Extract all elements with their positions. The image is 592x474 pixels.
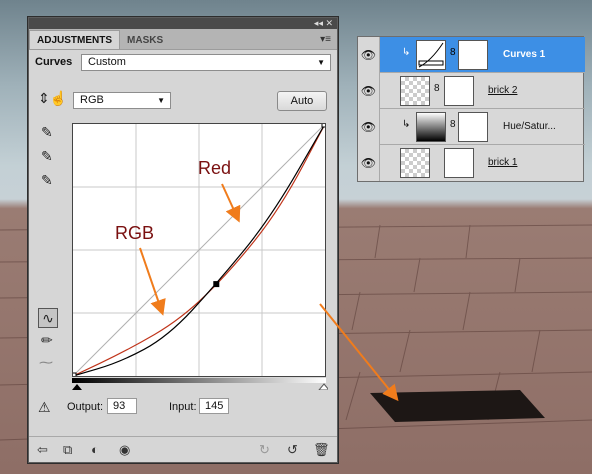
eye-icon[interactable]: 👁 bbox=[358, 37, 380, 73]
gray-eyedropper-icon[interactable]: ✎ bbox=[41, 148, 53, 165]
layer-row[interactable]: 👁 8 brick 2 bbox=[358, 73, 585, 109]
preset-row: Curves Custom ▼ bbox=[29, 50, 337, 74]
link-chain-icon: 8 bbox=[450, 119, 456, 130]
panel-window-controls[interactable]: ◂◂ ✕ bbox=[314, 18, 333, 29]
panel-tabs: ADJUSTMENTS MASKS ▾≡ bbox=[29, 29, 337, 50]
layer-row[interactable]: 👁 brick 1 bbox=[358, 145, 585, 181]
chevron-down-icon: ▼ bbox=[157, 96, 165, 105]
panel-menu-icon[interactable]: ▾≡ bbox=[320, 34, 331, 45]
reset-icon[interactable]: ↺ bbox=[287, 442, 298, 458]
layer-mask-thumbnail bbox=[458, 112, 488, 142]
layer-name: brick 1 bbox=[488, 157, 518, 168]
tab-adjustments[interactable]: ADJUSTMENTS bbox=[29, 30, 121, 49]
red-curve-annotation: Red bbox=[198, 158, 232, 178]
layer-row[interactable]: 👁 ↳ 8 Curves 1 bbox=[358, 37, 585, 73]
visibility-eye-icon[interactable]: ◉ bbox=[119, 442, 130, 458]
white-eyedropper-icon[interactable]: ✎ bbox=[41, 172, 53, 189]
input-label: Input: bbox=[169, 401, 197, 413]
eye-icon[interactable]: 👁 bbox=[358, 145, 380, 181]
rgb-curve-annotation: RGB bbox=[115, 223, 155, 243]
trash-icon[interactable]: 🗑 bbox=[313, 442, 330, 458]
back-arrow-icon[interactable]: ⇦ bbox=[37, 442, 48, 458]
layer-mask-thumbnail bbox=[444, 148, 474, 178]
layer-mask-thumbnail bbox=[444, 76, 474, 106]
layer-name: Hue/Satur... bbox=[503, 121, 556, 132]
clip-to-layer-icon[interactable]: ◐ bbox=[91, 442, 99, 457]
layer-thumbnail bbox=[400, 148, 430, 178]
layer-mask-thumbnail bbox=[458, 40, 488, 70]
curve-control-point bbox=[213, 281, 220, 288]
curves-adjustment-thumbnail-icon bbox=[416, 40, 446, 70]
preset-dropdown[interactable]: Custom ▼ bbox=[81, 54, 331, 71]
link-chain-icon: 8 bbox=[434, 83, 440, 94]
clipping-warning-icon[interactable]: ⚠ bbox=[38, 399, 51, 416]
clip-arrow-icon: ↳ bbox=[402, 47, 411, 58]
on-image-adjust-icon[interactable]: ⇕☝ bbox=[38, 90, 67, 107]
eye-icon[interactable]: 👁 bbox=[358, 73, 380, 109]
black-point-slider[interactable] bbox=[72, 384, 82, 390]
layer-thumbnail bbox=[400, 76, 430, 106]
input-gradient-bar bbox=[72, 378, 328, 390]
chevron-down-icon: ▼ bbox=[317, 58, 325, 67]
input-field[interactable]: 145 bbox=[199, 398, 229, 414]
white-point-slider[interactable] bbox=[318, 383, 328, 390]
layer-name: Curves 1 bbox=[503, 49, 546, 60]
panel-titlebar: ◂◂ ✕ bbox=[29, 18, 337, 29]
tab-masks[interactable]: MASKS bbox=[120, 31, 170, 49]
curve-point-tool-icon[interactable]: ∿ bbox=[38, 308, 58, 328]
missing-brick-hole bbox=[370, 390, 545, 422]
layer-name: brick 2 bbox=[488, 85, 518, 96]
layers-panel: 👁 ↳ 8 Curves 1 👁 8 brick 2 👁 ↳ 8 Hue/Sat… bbox=[357, 36, 585, 182]
channel-dropdown[interactable]: RGB ▼ bbox=[73, 92, 171, 109]
channel-dropdown-value: RGB bbox=[80, 94, 104, 106]
curve-endpoint bbox=[321, 120, 329, 128]
adjustments-panel: ◂◂ ✕ ADJUSTMENTS MASKS ▾≡ Curves Custom … bbox=[28, 17, 338, 463]
output-field[interactable]: 93 bbox=[107, 398, 137, 414]
clip-arrow-icon: ↳ bbox=[402, 119, 411, 130]
expand-view-icon[interactable]: ⧉ bbox=[63, 442, 72, 458]
preset-label: Curves bbox=[35, 56, 73, 68]
preset-dropdown-value: Custom bbox=[88, 56, 126, 68]
pencil-icon[interactable]: ✏ bbox=[41, 332, 53, 349]
auto-button[interactable]: Auto bbox=[277, 91, 327, 111]
layer-row[interactable]: 👁 ↳ 8 Hue/Satur... bbox=[358, 109, 585, 145]
output-label: Output: bbox=[67, 401, 104, 413]
previous-state-icon[interactable]: ↻ bbox=[259, 442, 270, 458]
link-chain-icon: 8 bbox=[450, 47, 456, 58]
eye-icon[interactable]: 👁 bbox=[358, 109, 380, 145]
black-eyedropper-icon[interactable]: ✎ bbox=[41, 124, 53, 141]
smooth-curve-icon[interactable]: ⁓ bbox=[39, 354, 53, 371]
hue-saturation-thumbnail-icon bbox=[416, 112, 446, 142]
panel-bottom-toolbar: ⇦ ⧉ ◐ ◉ ↻ ↺ 🗑 bbox=[29, 436, 337, 462]
